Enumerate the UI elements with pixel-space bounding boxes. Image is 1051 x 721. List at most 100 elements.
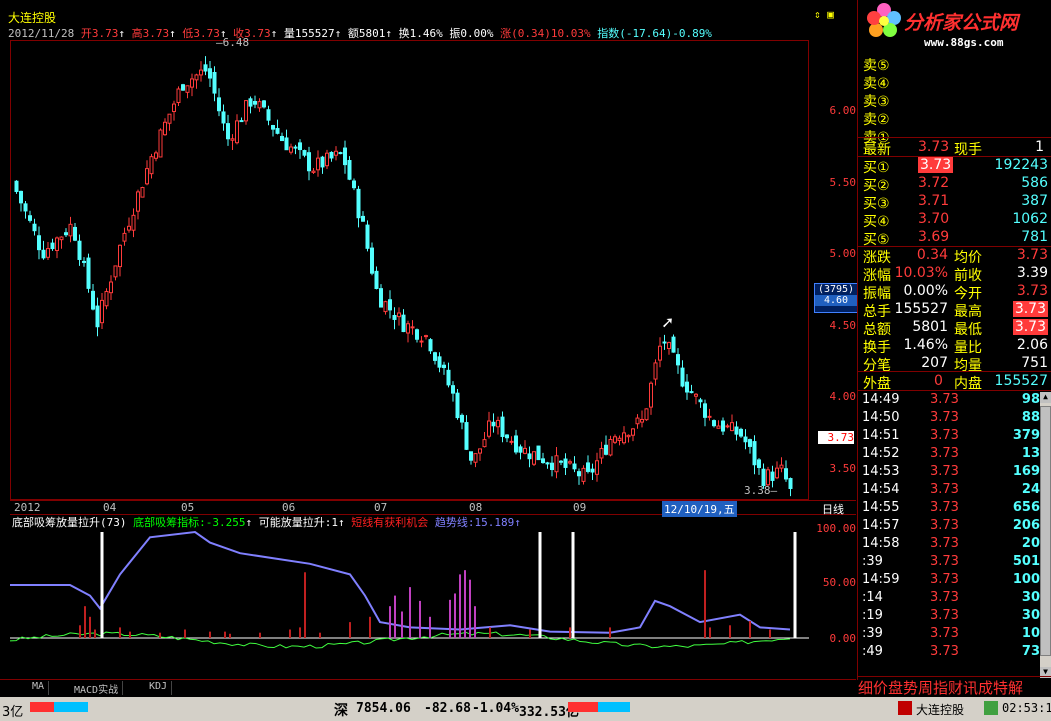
candle-body — [271, 125, 275, 130]
candle-body — [415, 329, 419, 340]
info-turn: 1.46% — [409, 27, 443, 40]
info-open-label: 开 — [80, 27, 92, 40]
tab-kdj[interactable]: KDJ — [145, 681, 173, 695]
stat-value: 0.34 — [916, 247, 948, 263]
candle-body — [460, 414, 464, 423]
candle-body — [50, 242, 55, 250]
indicator-tick: 100.00 — [816, 522, 856, 535]
chart-control-icons[interactable]: ⇕ ▣ — [814, 8, 834, 21]
candle-body — [221, 111, 226, 124]
panel-tabs[interactable]: 细价盘势周指财讯成特解 — [858, 676, 1051, 697]
tab-macd[interactable]: MACD实战 — [70, 681, 124, 696]
price-tick: 3.50 — [829, 462, 857, 475]
min-price-label: 3.38— — [744, 484, 778, 497]
candle-body — [217, 97, 221, 112]
now-volume: 1 — [1035, 139, 1044, 155]
candle-body — [473, 453, 478, 463]
candlestick-chart[interactable]: —6.48 3.38— ➚ — [10, 36, 809, 500]
tick-volume: 98 — [1021, 392, 1040, 407]
candle-body — [779, 464, 784, 469]
candle-body — [356, 188, 361, 219]
indicator-svg — [9, 530, 809, 649]
stat-row: 涨幅 10.03% 前收 3.39 — [858, 265, 1051, 284]
candle-body — [545, 462, 550, 465]
indicator-chart[interactable] — [9, 528, 809, 678]
candle-body — [469, 451, 473, 461]
candle-body — [671, 336, 676, 353]
candle-body — [559, 460, 563, 463]
stat-label: 振幅 — [863, 286, 891, 302]
shen-label: 深 — [334, 703, 348, 719]
tab-ma[interactable]: MA — [28, 681, 50, 695]
candle-body — [599, 448, 604, 459]
candle-body — [212, 72, 217, 94]
tick-volume: 88 — [1021, 410, 1040, 425]
candle-body — [788, 478, 793, 489]
candle-body — [496, 419, 500, 428]
candle-body — [766, 469, 770, 486]
candle-body — [586, 462, 590, 472]
stat-value: 3.39 — [1016, 265, 1048, 281]
candle-body — [284, 137, 289, 151]
buy-row: 买③ 3.71 387 — [858, 193, 1051, 212]
tick-volume: 206 — [1012, 518, 1040, 533]
candle-body — [311, 170, 316, 173]
tick-price: 3.73 — [930, 554, 959, 569]
date-label: 05 — [181, 501, 195, 514]
indicator-tick: 0.00 — [829, 632, 857, 645]
candle-body — [361, 215, 365, 222]
candle-body — [383, 301, 388, 313]
tick-volume: 379 — [1012, 428, 1040, 443]
candle-body — [653, 362, 658, 380]
tick-time: 14:53 — [862, 464, 900, 479]
logo-url: www.88gs.com — [924, 36, 1004, 49]
tick-volume: 30 — [1021, 590, 1040, 605]
candle-body — [635, 417, 640, 425]
candle-body — [721, 420, 725, 432]
buy-row: 买⑤ 3.69 781 — [858, 229, 1051, 248]
period-label[interactable]: 日线 — [822, 501, 844, 517]
candle-body — [14, 180, 19, 192]
candle-body — [334, 150, 338, 156]
panel-tabs-label[interactable]: 细价盘势周指财讯成特解 — [858, 679, 1023, 697]
info-idx: (-17.64)-0.89% — [619, 27, 712, 40]
tick-row: 14:50 3.73 88 — [858, 410, 1042, 428]
sell-2: 卖② — [863, 112, 890, 128]
tick-volume: 100 — [1012, 572, 1040, 587]
candle-body — [541, 458, 545, 464]
tick-price: 3.73 — [930, 572, 959, 587]
candle-body — [320, 156, 325, 168]
buy-row: 买④ 3.70 1062 — [858, 211, 1051, 230]
price-tick: 5.50 — [829, 176, 857, 189]
tick-time: 14:59 — [862, 572, 900, 587]
quote-info-line: 2012/11/28 开3.73↑ 高3.73↑ 低3.73↑ 收3.73↑ 量… — [8, 27, 712, 40]
candle-body — [329, 151, 334, 159]
info-amt-label: 额 — [347, 27, 359, 40]
candle-body — [563, 458, 568, 468]
shen-pct: -1.04% — [472, 701, 519, 716]
tick-price: 3.73 — [930, 482, 959, 497]
candle-body — [527, 453, 532, 460]
candle-body — [104, 290, 109, 307]
tick-row: :19 3.73 30 — [858, 608, 1042, 626]
stat-value: 207 — [921, 355, 948, 371]
candle-body — [487, 420, 491, 437]
candle-body — [248, 98, 253, 107]
tick-time: 14:55 — [862, 500, 900, 515]
candle-body — [86, 257, 91, 289]
stat-label: 最低 — [954, 322, 982, 338]
buy-price: 3.71 — [918, 193, 950, 209]
candle-body — [275, 128, 280, 134]
candle-body — [149, 156, 154, 175]
candle-body — [262, 100, 266, 108]
candle-body — [604, 444, 608, 455]
date-label: 07 — [374, 501, 388, 514]
candle-body — [46, 248, 50, 258]
candle-body — [230, 138, 235, 141]
logo: 分析家公式网 www.88gs.com — [858, 0, 1051, 52]
tick-time: :49 — [862, 644, 883, 659]
candle-body — [725, 425, 730, 428]
stat-value: 5801 — [912, 319, 948, 335]
candle-body — [118, 244, 122, 268]
stock-title: 大连控股 — [8, 11, 57, 25]
